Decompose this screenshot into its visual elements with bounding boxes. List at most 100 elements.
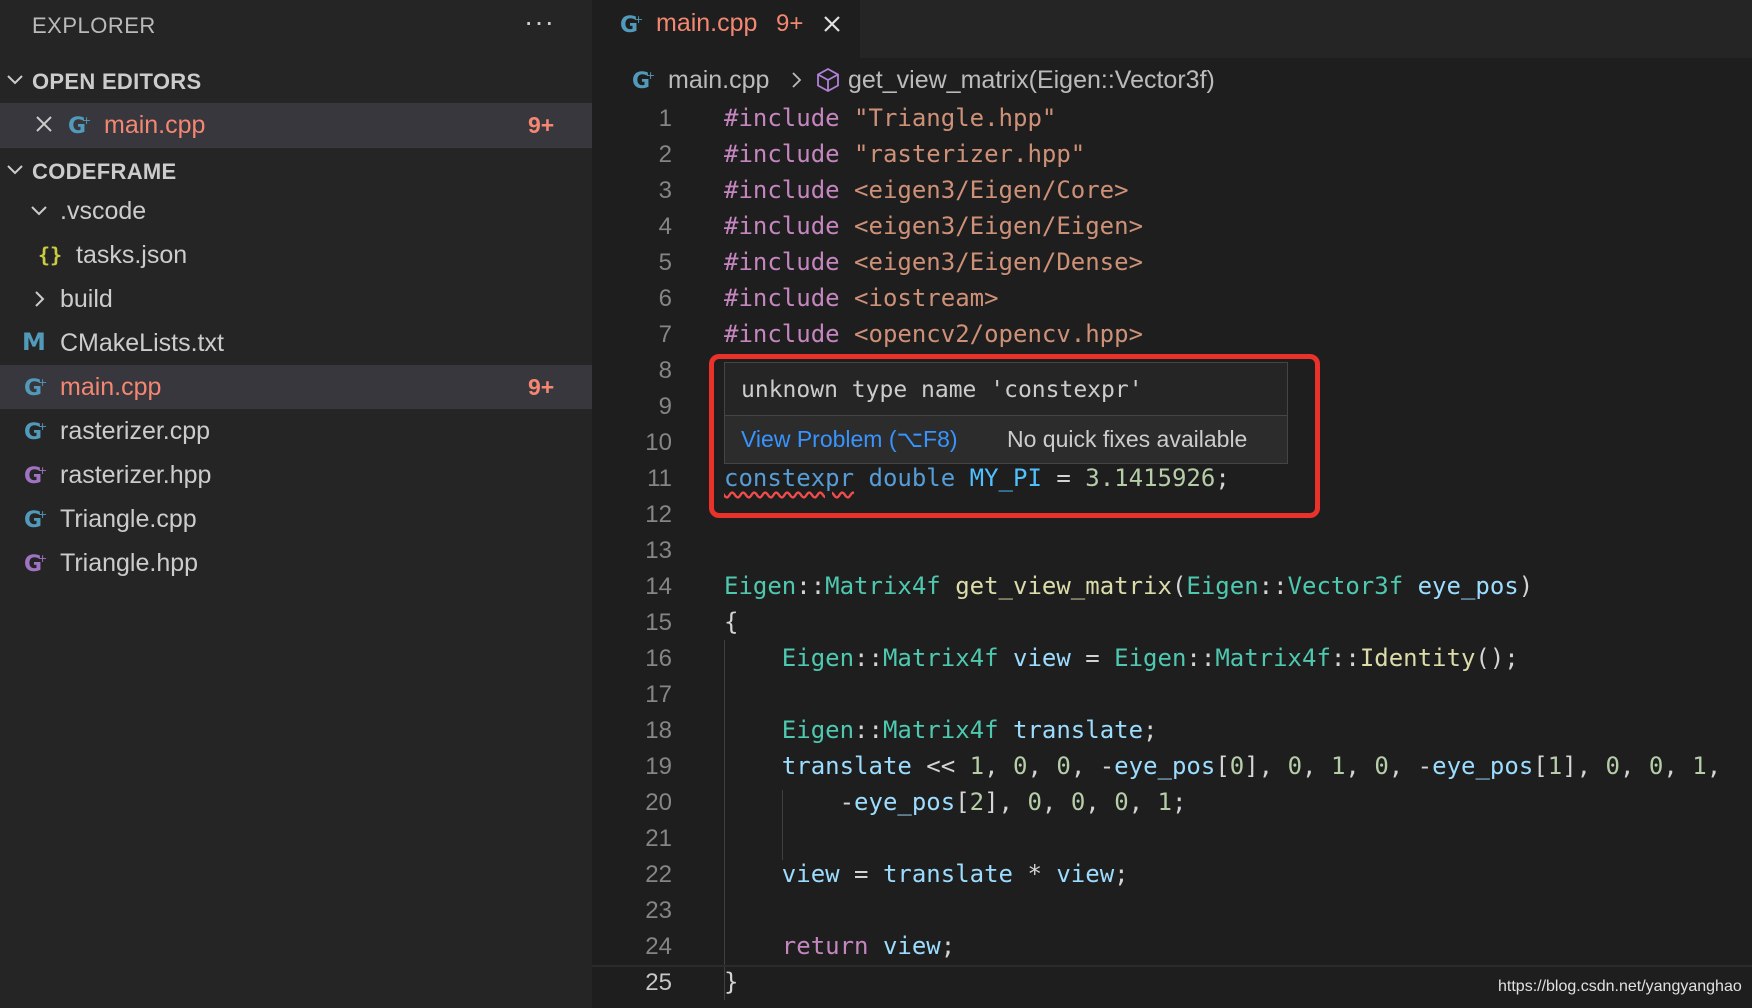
cpp-icon: G+ (24, 376, 47, 400)
tree-folder-vscode[interactable]: .vscode (0, 189, 592, 233)
code-token: "Triangle.hpp" (854, 104, 1057, 132)
code-line[interactable]: 3 #include <eigen3/Eigen/Core> (592, 173, 1752, 209)
code-line[interactable]: 5 #include <eigen3/Eigen/Dense> (592, 245, 1752, 281)
code-line[interactable]: 17 (592, 677, 1752, 713)
svg-text:+: + (82, 114, 91, 127)
code-token: ) (1518, 572, 1534, 600)
code-text: #include <eigen3/Eigen/Core> (724, 176, 1129, 204)
code-token: Matrix4f (882, 716, 999, 744)
code-token: Eigen (781, 716, 855, 744)
code-text: return view; (724, 932, 955, 960)
code-token: 0 (1374, 752, 1389, 780)
breadcrumb-symbol[interactable]: get_view_matrix(Eigen::Vector3f) (848, 66, 1215, 95)
code-text: translate << 1, 0, 0, -eye_pos[0], 0, 1,… (724, 752, 1721, 780)
code-line[interactable]: 23 (592, 893, 1752, 929)
cpp-icon: G+ (68, 114, 91, 138)
code-line[interactable]: 18 Eigen::Matrix4f translate; (592, 713, 1752, 749)
code-token: , (984, 752, 1013, 780)
tree-file-cmakelists[interactable]: M CMakeLists.txt (0, 321, 592, 365)
code-line[interactable]: 20 -eye_pos[2], 0, 0, 0, 1; (592, 785, 1752, 821)
code-token: ; (1114, 860, 1129, 888)
line-number: 21 (645, 825, 672, 852)
code-token: , (1027, 752, 1057, 780)
cpp-icon: G+ (24, 508, 47, 532)
workspace-section-header[interactable]: CODEFRAME (0, 150, 592, 192)
code-token: , (1128, 788, 1158, 816)
tree-file-rasterizer-hpp[interactable]: G + rasterizer.hpp (0, 453, 592, 497)
code-token: translate (781, 752, 912, 780)
code-token: get_view_matrix (955, 572, 1172, 600)
code-line[interactable]: 15 { (592, 605, 1752, 641)
code-line[interactable]: 16 Eigen::Matrix4f view = Eigen::Matrix4… (592, 641, 1752, 677)
code-line[interactable]: 14 Eigen::Matrix4f get_view_matrix(Eigen:… (592, 569, 1752, 605)
code-line[interactable]: 21 (592, 821, 1752, 857)
tree-folder-build[interactable]: build (0, 277, 592, 321)
code-line[interactable]: 6 #include <iostream> (592, 281, 1752, 317)
code-text: Eigen::Matrix4f translate; (724, 716, 1158, 744)
chevron-down-icon (31, 206, 47, 216)
tree-file-rasterizer-cpp[interactable]: G + rasterizer.cpp (0, 409, 592, 453)
code-token: [ (955, 788, 970, 816)
hpp-icon: G+ (24, 552, 47, 576)
code-token: translate (882, 860, 1013, 888)
code-token: Eigen (724, 572, 797, 600)
code-line[interactable]: 1 #include "Triangle.hpp" (592, 101, 1752, 137)
code-line[interactable]: 19 translate << 1, 0, 0, -eye_pos[0], 0,… (592, 749, 1752, 785)
line-number: 14 (645, 573, 672, 600)
code-token: - (724, 788, 855, 816)
close-icon[interactable] (820, 12, 844, 36)
code-token: <eigen3/Eigen/Eigen> (854, 212, 1144, 240)
svg-text:+: + (38, 508, 47, 521)
code-token: { (724, 608, 739, 636)
code-token: Matrix4f (825, 572, 941, 600)
code-text: { (724, 608, 738, 636)
code-line[interactable]: 24 return view; (592, 929, 1752, 965)
tree-file-tasks-json[interactable]: {} tasks.json (0, 233, 592, 277)
more-actions-icon[interactable]: ··· (524, 6, 555, 38)
code-line[interactable]: 13 (592, 533, 1752, 569)
breadcrumb-file[interactable]: main.cpp (668, 66, 769, 95)
code-line[interactable]: 7 #include <opencv2/opencv.hpp> (592, 317, 1752, 353)
code-token: :: (854, 716, 883, 744)
code-token: ; (940, 932, 956, 960)
code-line[interactable]: 22 view = translate * view; (592, 857, 1752, 893)
tree-item-label: Triangle.cpp (60, 505, 197, 533)
svg-text:+: + (38, 464, 47, 477)
code-token: :: (796, 572, 826, 600)
code-token: #include (724, 212, 840, 240)
code-token: , (1663, 752, 1693, 780)
line-number: 22 (645, 861, 672, 888)
method-cube-icon (817, 67, 839, 93)
tree-file-triangle-cpp[interactable]: G + Triangle.cpp (0, 497, 592, 541)
code-text: #include <eigen3/Eigen/Eigen> (724, 212, 1143, 240)
code-token: ], (984, 788, 1028, 816)
tree-item-label: .vscode (60, 197, 147, 225)
code-token: #include (724, 176, 840, 204)
open-editor-item[interactable]: G + main.cpp 9+ (0, 103, 592, 147)
code-line[interactable]: 2 #include "rasterizer.hpp" (592, 137, 1752, 173)
workspace-label: CODEFRAME (32, 159, 177, 184)
code-text: } (724, 968, 738, 996)
line-number: 13 (645, 537, 672, 564)
tree-file-main-cpp[interactable]: G + main.cpp 9+ (0, 365, 592, 409)
tree-item-label: CMakeLists.txt (60, 329, 224, 357)
tree-file-triangle-hpp[interactable]: G + Triangle.hpp (0, 541, 592, 585)
line-number: 23 (645, 897, 672, 924)
code-view[interactable]: 1 #include "Triangle.hpp" 2 #include "raste… (592, 101, 1752, 1008)
code-token: , (1620, 752, 1649, 780)
open-editors-section-header[interactable]: OPEN EDITORS (0, 60, 592, 102)
tab-main-cpp[interactable]: G + main.cpp 9+ (592, 0, 860, 58)
close-icon[interactable] (32, 112, 56, 136)
code-token: [ (1533, 752, 1548, 780)
code-token: translate (1013, 716, 1144, 744)
code-line[interactable]: 4 #include <eigen3/Eigen/Eigen> (592, 209, 1752, 245)
